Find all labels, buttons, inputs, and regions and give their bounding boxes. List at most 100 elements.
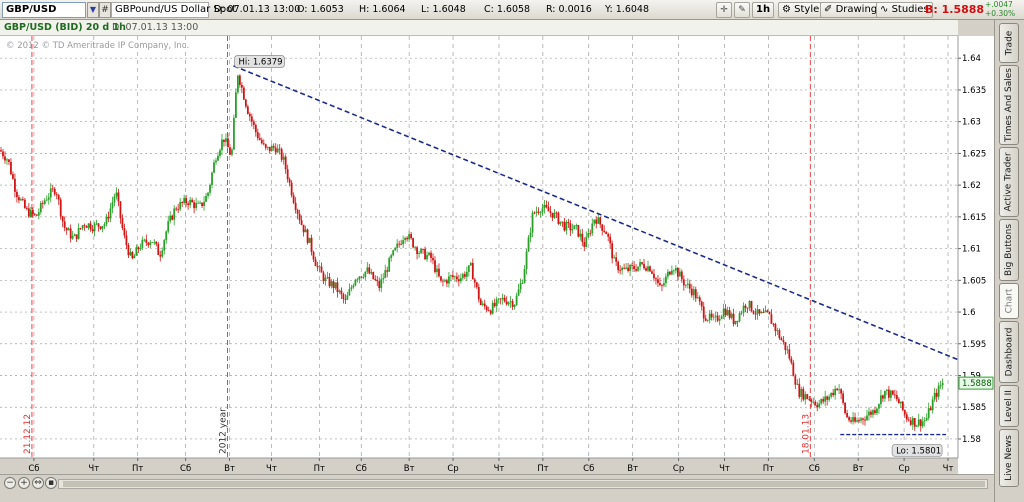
candle-body (688, 283, 691, 289)
candle-body (191, 199, 194, 203)
candle-body (770, 314, 773, 324)
candle-body (101, 226, 104, 229)
tab-trade[interactable]: Trade (999, 23, 1019, 63)
horizontal-scrollbar[interactable] (58, 479, 988, 489)
candle-body (929, 408, 932, 411)
candle-body (816, 404, 819, 408)
candle-body (661, 284, 663, 286)
candle-body (280, 149, 283, 160)
candle-body (706, 320, 709, 321)
chart-area[interactable]: 21.12.12 2012 year 18.01.13 1.58 1.585 1.59 1… (0, 36, 994, 484)
candle-body (702, 306, 705, 319)
style-button[interactable]: ⚙ Style (778, 2, 824, 18)
candle-body (708, 313, 711, 321)
candle-body (318, 266, 321, 268)
pan-icon[interactable]: ⇔ (32, 477, 44, 489)
tab-chart[interactable]: Chart (999, 283, 1019, 319)
tab-big-buttons[interactable]: Big Buttons (999, 219, 1019, 281)
link-icon[interactable]: ✎ (734, 2, 750, 18)
candle-body (838, 389, 841, 391)
symbol-menu-icon[interactable]: # (99, 2, 111, 18)
candle-body (177, 209, 180, 211)
candle-body (388, 257, 391, 272)
crosshair-icon[interactable]: ✛ (716, 2, 732, 18)
candle-body (350, 287, 353, 290)
candle-body (539, 212, 542, 214)
candle-body (607, 234, 610, 237)
tab-live-news[interactable]: Live News (999, 429, 1019, 487)
candle-body (720, 316, 723, 319)
tab-dashboard[interactable]: Dashboard (999, 321, 1019, 383)
zoom-out-icon[interactable]: − (4, 477, 16, 489)
candle-body (376, 280, 379, 282)
candle-body (923, 420, 926, 422)
candle-body (581, 233, 584, 243)
candle-body (856, 420, 858, 422)
candle-body (605, 231, 608, 235)
candle-body (209, 184, 211, 193)
scrollbar-thumb[interactable] (63, 481, 985, 487)
fit-icon[interactable]: ▪ (45, 477, 57, 489)
x-tick-label: Пт (132, 464, 143, 474)
candle-body (547, 207, 550, 212)
symbol-input[interactable]: GBP/USD (2, 2, 86, 18)
candle-body (459, 278, 462, 282)
y-tick-label: 1.6 (962, 308, 976, 318)
candle-body (179, 201, 182, 210)
tab-active-trader[interactable]: Active Trader (999, 147, 1019, 217)
y-tick-label: 1.63 (962, 118, 981, 128)
tab-level-ii[interactable]: Level II (999, 385, 1019, 427)
candle-body (316, 266, 319, 268)
candle-body (231, 149, 233, 155)
timeframe-button[interactable]: 1h (752, 2, 775, 18)
price-chart[interactable]: 21.12.12 2012 year 18.01.13 1.581.5851.591… (0, 36, 994, 484)
candle-body (332, 281, 335, 289)
candle-body (342, 294, 345, 299)
candle-body (171, 215, 174, 220)
candle-body (597, 217, 600, 224)
bid-price: B: 1.5888 (925, 3, 985, 16)
candle-body (392, 250, 395, 256)
tab-times-and-sales[interactable]: Times And Sales (999, 65, 1019, 145)
candle-body (850, 420, 852, 422)
zoom-in-icon[interactable]: + (18, 477, 30, 489)
candle-body (250, 116, 253, 122)
candle-body (205, 195, 207, 202)
candle-body (169, 215, 172, 222)
x-tick-label: Вт (404, 464, 415, 474)
candle-body (897, 399, 900, 404)
candle-body (473, 279, 476, 283)
candle-body (854, 417, 856, 422)
x-tick-label: Ср (898, 464, 909, 474)
candle-body (639, 262, 641, 267)
candle-body (557, 212, 560, 224)
y-tick-label: 1.62 (962, 181, 981, 191)
bar-range: R: 0.0016 (546, 4, 592, 15)
candle-body (406, 237, 409, 240)
candle-body (394, 247, 397, 251)
x-tick-label: Вт (224, 464, 235, 474)
candle-body (432, 257, 434, 261)
candle-body (183, 198, 186, 204)
candle-body (396, 243, 399, 248)
x-tick-label: Сб (180, 464, 191, 474)
x-tick-label: Пт (537, 464, 548, 474)
candle-body (344, 298, 347, 300)
candle-body (25, 208, 28, 209)
candle-body (240, 84, 243, 88)
candle-body (402, 240, 405, 245)
candle-body (163, 240, 166, 251)
symbol-lookup-icon[interactable]: ▼ (87, 2, 99, 18)
candle-body (746, 307, 749, 309)
candle-body (465, 271, 468, 277)
bar-date: D: 07.01.13 13:00 (214, 4, 301, 15)
candle-body (609, 236, 612, 244)
candle-body (808, 398, 811, 400)
candle-body (738, 313, 741, 322)
candle-body (440, 276, 442, 281)
candle-body (573, 225, 576, 230)
candle-body (553, 212, 556, 218)
candle-body (352, 285, 355, 288)
x-tick-label: Пт (763, 464, 774, 474)
candle-body (748, 301, 751, 308)
